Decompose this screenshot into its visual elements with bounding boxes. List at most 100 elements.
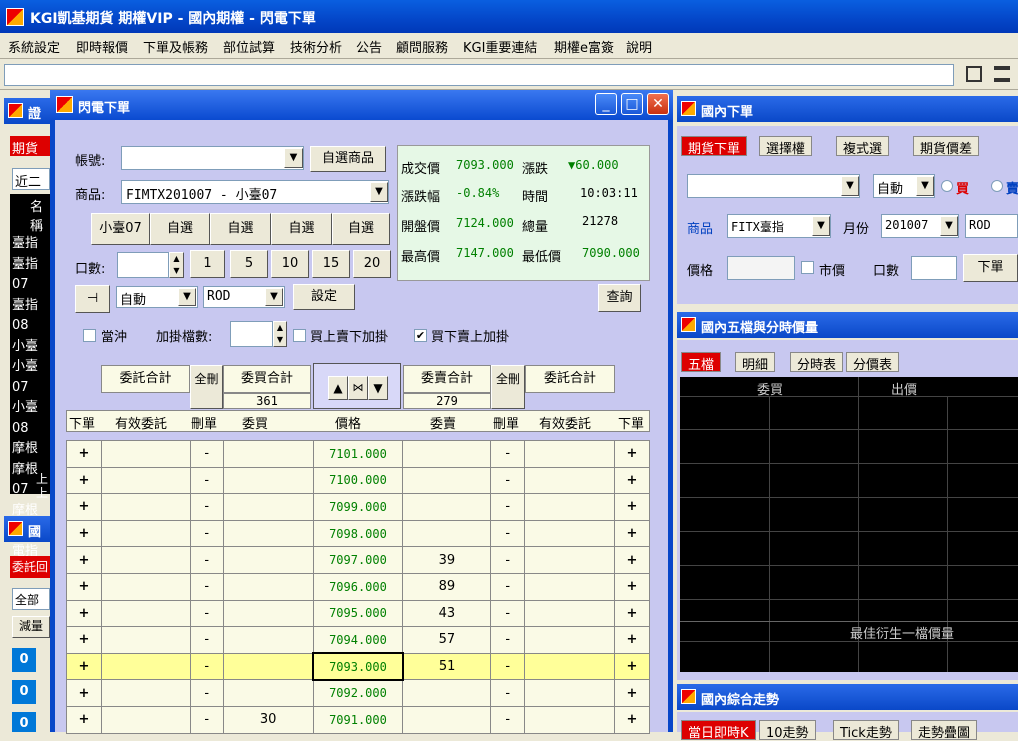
- delete-all-buy-button[interactable]: 全刪: [190, 365, 223, 409]
- order-sell-button[interactable]: +: [613, 652, 651, 681]
- chevron-down-icon[interactable]: ▼: [841, 176, 859, 196]
- left-tab-futures[interactable]: 期貨: [10, 136, 50, 157]
- price-cell[interactable]: 7093.000: [312, 652, 404, 681]
- sell-valid-cell[interactable]: [524, 519, 615, 548]
- ask-cell[interactable]: [402, 466, 492, 495]
- order-buy-button[interactable]: +: [66, 572, 102, 601]
- delete-sell-button[interactable]: -: [490, 572, 526, 601]
- price-cell[interactable]: 7098.000: [312, 519, 404, 548]
- buy-valid-cell[interactable]: [100, 519, 191, 548]
- chevron-down-icon[interactable]: ▼: [916, 176, 934, 196]
- delete-buy-button[interactable]: -: [189, 679, 224, 707]
- order-buy-button[interactable]: +: [66, 652, 102, 681]
- ask-cell[interactable]: 51: [402, 652, 492, 681]
- close-button[interactable]: ✕: [647, 93, 669, 115]
- order-sell-button[interactable]: +: [613, 493, 651, 521]
- qty-input[interactable]: [117, 252, 169, 278]
- delete-sell-button[interactable]: -: [490, 519, 526, 548]
- price-input[interactable]: [727, 256, 795, 280]
- delete-buy-button[interactable]: -: [189, 599, 224, 628]
- sell-valid-cell[interactable]: [524, 572, 615, 601]
- delete-buy-button[interactable]: -: [189, 440, 224, 468]
- price-cell[interactable]: 7097.000: [312, 546, 404, 574]
- price-cell[interactable]: 7100.000: [312, 466, 404, 495]
- left-reduce-button[interactable]: 減量: [12, 616, 50, 638]
- sell-valid-cell[interactable]: [524, 652, 615, 681]
- tab-overlay[interactable]: 走勢疊圖: [911, 720, 978, 741]
- tab-details[interactable]: 明細: [735, 352, 776, 373]
- buy-valid-cell[interactable]: [100, 626, 191, 654]
- add-levels-stepper[interactable]: ▲ ▼: [273, 321, 287, 347]
- chevron-down-icon[interactable]: ▼: [178, 288, 196, 306]
- bid-cell[interactable]: [222, 440, 314, 468]
- sell-valid-cell[interactable]: [524, 679, 615, 707]
- list-item[interactable]: 臺指08: [12, 296, 50, 337]
- arrow-up-icon[interactable]: ▲: [328, 376, 348, 400]
- menu-advisor[interactable]: 顧問服務: [396, 37, 448, 56]
- daytrade-checkbox[interactable]: [83, 329, 96, 342]
- quick-custom-button[interactable]: 自選: [271, 213, 332, 245]
- chevron-down-icon[interactable]: ▼: [284, 148, 303, 168]
- menu-notice[interactable]: 公告: [356, 37, 382, 56]
- toolbar-field[interactable]: [4, 64, 954, 86]
- list-item[interactable]: 臺指: [12, 234, 50, 255]
- order-buy-button[interactable]: +: [66, 626, 102, 654]
- order-buy-button[interactable]: +: [66, 679, 102, 707]
- chevron-down-icon[interactable]: ▼: [370, 182, 388, 202]
- quick-custom-button[interactable]: 自選: [210, 213, 271, 245]
- delete-sell-button[interactable]: -: [490, 466, 526, 495]
- tab-spread[interactable]: 期貨價差: [913, 136, 980, 157]
- order-sell-button[interactable]: +: [613, 572, 651, 601]
- tile-horizontal-icon[interactable]: [994, 66, 1010, 82]
- bid-cell[interactable]: 30: [222, 705, 314, 734]
- buy-down-checkbox[interactable]: ✔: [414, 329, 427, 342]
- add-levels-input[interactable]: [230, 321, 273, 347]
- bid-cell[interactable]: [222, 652, 314, 681]
- delete-all-sell-button[interactable]: 全刪: [491, 365, 525, 409]
- list-item[interactable]: 摩根: [12, 439, 50, 460]
- order-sell-button[interactable]: +: [613, 546, 651, 574]
- chevron-down-icon[interactable]: ▼: [940, 216, 958, 236]
- list-item[interactable]: 臺指07: [12, 255, 50, 296]
- price-cell[interactable]: 7099.000: [312, 493, 404, 521]
- menu-order[interactable]: 下單及帳務: [143, 37, 208, 56]
- quick-custom-button[interactable]: 自選: [332, 213, 390, 245]
- order-sell-button[interactable]: +: [613, 705, 651, 734]
- order-sell-button[interactable]: +: [613, 679, 651, 707]
- price-cell[interactable]: 7101.000: [312, 440, 404, 468]
- qty-preset-5[interactable]: 5: [230, 250, 268, 278]
- delete-buy-button[interactable]: -: [189, 493, 224, 521]
- list-item[interactable]: 小臺08: [12, 398, 50, 439]
- buy-valid-cell[interactable]: [100, 652, 191, 681]
- delete-sell-button[interactable]: -: [490, 493, 526, 521]
- left-all-select[interactable]: 全部: [12, 588, 50, 610]
- list-item[interactable]: 小臺: [12, 337, 50, 358]
- left-month-select[interactable]: 近二月: [12, 168, 50, 209]
- delete-sell-button[interactable]: -: [490, 705, 526, 734]
- delete-sell-button[interactable]: -: [490, 440, 526, 468]
- ask-cell[interactable]: [402, 440, 492, 468]
- sell-valid-cell[interactable]: [524, 626, 615, 654]
- buy-radio[interactable]: [941, 180, 953, 192]
- ask-cell[interactable]: 39: [402, 546, 492, 574]
- menu-help[interactable]: 說明: [626, 37, 652, 56]
- buy-valid-cell[interactable]: [100, 679, 191, 707]
- left-entrust-tab[interactable]: 委託回: [10, 556, 50, 578]
- ask-cell[interactable]: [402, 679, 492, 707]
- order-sell-button[interactable]: +: [613, 626, 651, 654]
- sell-valid-cell[interactable]: [524, 466, 615, 495]
- buy-valid-cell[interactable]: [100, 466, 191, 495]
- ask-cell[interactable]: [402, 493, 492, 521]
- center-price-icon[interactable]: ⋈: [348, 376, 368, 400]
- buy-up-checkbox[interactable]: [293, 329, 306, 342]
- order-sell-button[interactable]: +: [613, 466, 651, 495]
- buy-valid-cell[interactable]: [100, 440, 191, 468]
- price-cell[interactable]: 7091.000: [312, 705, 404, 734]
- sell-valid-cell[interactable]: [524, 546, 615, 574]
- buy-valid-cell[interactable]: [100, 546, 191, 574]
- select-product-button[interactable]: 自選商品: [310, 146, 386, 172]
- right-account-select[interactable]: [687, 174, 860, 198]
- bid-cell[interactable]: [222, 599, 314, 628]
- delete-buy-button[interactable]: -: [189, 705, 224, 734]
- buy-valid-cell[interactable]: [100, 493, 191, 521]
